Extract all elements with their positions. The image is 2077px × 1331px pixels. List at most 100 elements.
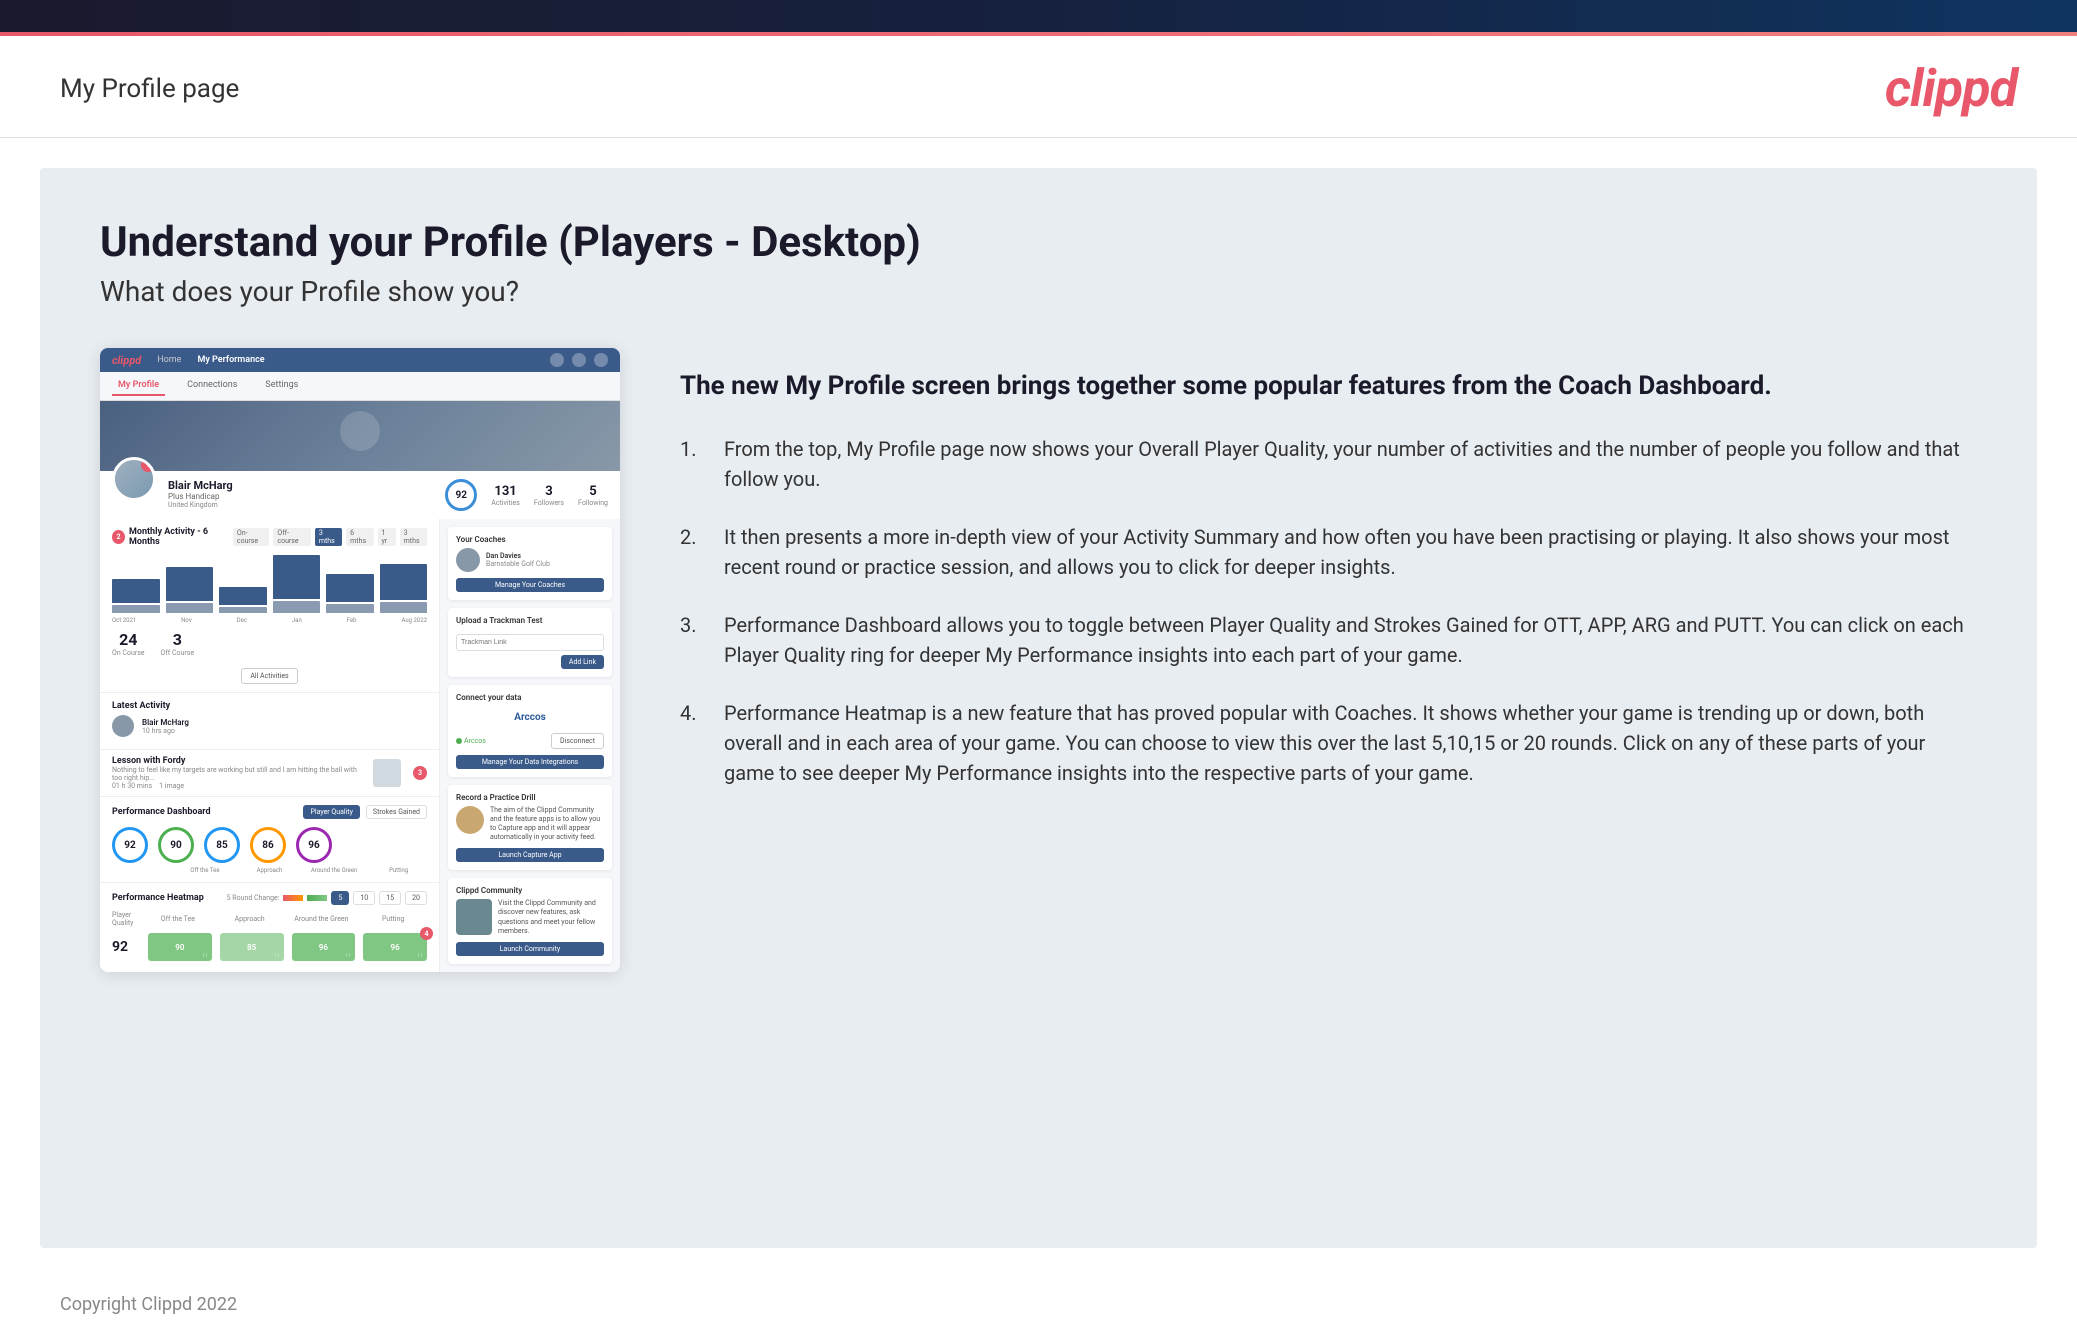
- right-panel-heading: The new My Profile screen brings togethe…: [680, 368, 1977, 404]
- profile-name-section: Blair McHarg Plus Handicap United Kingdo…: [168, 479, 433, 509]
- profile-info-row: 1 Blair McHarg Plus Handicap United King…: [100, 471, 620, 519]
- launch-capture-button[interactable]: Launch Capture App: [456, 848, 604, 862]
- bar-off-3: [219, 607, 267, 613]
- bar-on-3: [219, 587, 267, 605]
- coaches-panel: Your Coaches Dan Davies Barnstable Golf …: [448, 527, 612, 600]
- heatmap-cell-2[interactable]: 85 ↑↑: [220, 933, 284, 961]
- drill-panel: Record a Practice Drill The aim of the C…: [448, 785, 612, 870]
- perf-dash-header: Performance Dashboard Player Quality Str…: [112, 805, 427, 819]
- two-column-layout: clippd Home My Performance My Profile Co…: [100, 348, 1977, 972]
- heatmap-badge: 4: [420, 927, 433, 940]
- header: My Profile page clippd: [0, 36, 2077, 138]
- heatmap-cell-4[interactable]: 96 ↑↑ 4: [363, 933, 427, 961]
- mockup-logo: clippd: [112, 354, 141, 367]
- heatmap-gradient-green: [307, 895, 327, 901]
- perf-ring-around-green[interactable]: 86: [250, 827, 286, 863]
- settings-icon: [572, 353, 586, 367]
- launch-community-button[interactable]: Launch Community: [456, 942, 604, 956]
- heatmap-gradient: [283, 895, 303, 901]
- bar-off-4: [273, 601, 321, 613]
- on-course-count: 24 On Course: [112, 630, 145, 657]
- chart-col-6: [380, 564, 428, 613]
- off-course-count: 3 Off Course: [161, 630, 195, 657]
- perf-ring-overall[interactable]: 92: [112, 827, 148, 863]
- activity-info: Blair McHarg 10 hrs ago: [142, 718, 427, 735]
- followers-stat: 3 Followers: [534, 484, 564, 507]
- activity-avatar: [112, 715, 134, 737]
- bar-off-5: [326, 604, 374, 613]
- lesson-section: Lesson with Fordy Nothing to feel like m…: [100, 750, 439, 797]
- activity-badge: 2: [112, 530, 125, 544]
- perf-ring-off-tee[interactable]: 90: [158, 827, 194, 863]
- strokes-gained-toggle[interactable]: Strokes Gained: [366, 805, 427, 819]
- performance-heatmap-section: Performance Heatmap 5 Round Change: 5 10…: [100, 883, 439, 969]
- mockup-screenshot: clippd Home My Performance My Profile Co…: [100, 348, 620, 972]
- trackman-add-button[interactable]: Add Link: [561, 655, 604, 669]
- heatmap-cell-1[interactable]: 90 ↑↑: [148, 933, 212, 961]
- bar-off-1: [112, 605, 160, 613]
- profile-header-bg: [100, 401, 620, 471]
- arccos-logo: Arccos: [456, 706, 604, 729]
- chart-col-2: [166, 567, 214, 613]
- filter-on-course[interactable]: On-course: [233, 528, 270, 546]
- coach-item: Dan Davies Barnstable Golf Club: [456, 548, 604, 572]
- heatmap-20-btn[interactable]: 20: [405, 891, 427, 905]
- tab-my-profile[interactable]: My Profile: [112, 376, 165, 396]
- trackman-input[interactable]: [456, 634, 604, 651]
- performance-dashboard-section: Performance Dashboard Player Quality Str…: [100, 797, 439, 883]
- heatmap-controls: 5 Round Change: 5 10 15 20: [227, 891, 427, 905]
- lesson-image: [373, 759, 401, 787]
- heatmap-5-btn[interactable]: 5: [331, 891, 349, 905]
- trackman-panel: Upload a Trackman Test Add Link: [448, 608, 612, 677]
- latest-activity-title: Latest Activity: [112, 701, 427, 711]
- drill-item: The aim of the Clippd Community and the …: [456, 806, 604, 842]
- connected-dot: [456, 738, 462, 744]
- heatmap-col-headers: Player Quality Off the Tee Approach Arou…: [112, 911, 427, 927]
- mockup-body: 2 Monthly Activity - 6 Months On-course …: [100, 519, 620, 972]
- profile-badge: 1: [141, 458, 155, 472]
- heatmap-10-btn[interactable]: 10: [353, 891, 375, 905]
- manage-coaches-button[interactable]: Manage Your Coaches: [456, 578, 604, 592]
- filter-off-course[interactable]: Off-course: [273, 528, 310, 546]
- user-icon: [594, 353, 608, 367]
- perf-ring-approach[interactable]: 85: [204, 827, 240, 863]
- filter-6-months[interactable]: 6 mths: [346, 528, 373, 546]
- mockup-right-col: Your Coaches Dan Davies Barnstable Golf …: [440, 519, 620, 972]
- bar-on-4: [273, 555, 321, 599]
- lesson-title: Lesson with Fordy: [112, 756, 365, 766]
- lesson-badge: 3: [413, 766, 427, 780]
- heatmap-cell-3[interactable]: 96 ↑↑: [292, 933, 356, 961]
- disconnect-button[interactable]: Disconnect: [551, 733, 604, 749]
- filter-3-months[interactable]: 3 mths: [315, 528, 342, 546]
- manage-integrations-button[interactable]: Manage Your Data Integrations: [456, 755, 604, 769]
- connected-badge: Arccos: [456, 737, 486, 745]
- bar-off-2: [166, 603, 214, 613]
- mockup-nav-bar: clippd Home My Performance: [100, 348, 620, 372]
- connect-btn-row: Arccos Disconnect: [456, 733, 604, 749]
- list-item: 1. From the top, My Profile page now sho…: [680, 434, 1977, 494]
- perf-ring-putting[interactable]: 96: [296, 827, 332, 863]
- section-subheading: What does your Profile show you?: [100, 275, 1977, 308]
- heatmap-title: Performance Heatmap: [112, 893, 204, 903]
- chart-col-5: [326, 574, 374, 613]
- filter-3yr[interactable]: 3 mths: [400, 528, 427, 546]
- filter-1yr[interactable]: 1 yr: [378, 528, 396, 546]
- tab-settings[interactable]: Settings: [259, 376, 304, 396]
- player-quality-toggle[interactable]: Player Quality: [303, 805, 359, 819]
- logo: clippd: [1885, 58, 2017, 119]
- perf-dash-title: Performance Dashboard: [112, 807, 211, 817]
- bar-on-6: [380, 564, 428, 600]
- bar-on-1: [112, 579, 160, 603]
- heatmap-15-btn[interactable]: 15: [379, 891, 401, 905]
- right-text-panel: The new My Profile screen brings togethe…: [680, 348, 1977, 816]
- bar-on-5: [326, 574, 374, 602]
- main-content: Understand your Profile (Players - Deskt…: [40, 168, 2037, 1248]
- activities-stat: 131 Activities: [491, 484, 520, 507]
- activities-label: Activities: [491, 499, 520, 507]
- mockup-nav-performance: My Performance: [197, 355, 264, 365]
- tab-connections[interactable]: Connections: [181, 376, 243, 396]
- heatmap-header: Performance Heatmap 5 Round Change: 5 10…: [112, 891, 427, 905]
- all-activities-button[interactable]: All Activities: [241, 668, 297, 684]
- activity-summary-title: 2 Monthly Activity - 6 Months: [112, 527, 233, 547]
- mockup-nav-home: Home: [157, 355, 181, 365]
